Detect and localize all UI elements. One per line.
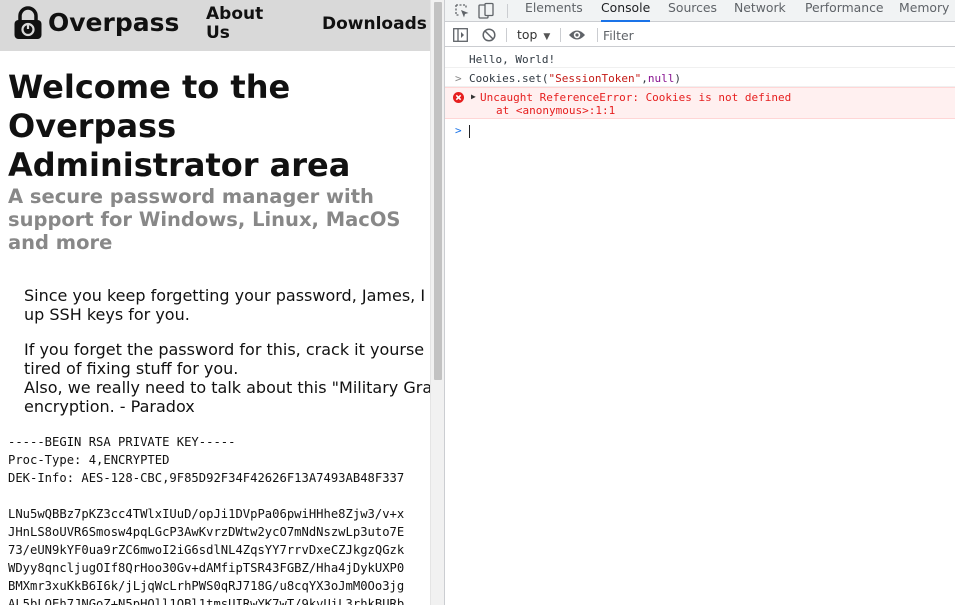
tab-memory[interactable]: Memory bbox=[899, 0, 949, 22]
page-subtitle: A secure password manager with support f… bbox=[8, 185, 401, 254]
admin-message-ssh: Since you keep forgetting your password,… bbox=[24, 286, 426, 324]
devtools-panel: Elements Console Sources Network Perform… bbox=[444, 0, 955, 605]
tab-elements[interactable]: Elements bbox=[525, 0, 583, 22]
prompt-chevron-icon: > bbox=[455, 124, 462, 137]
navbar: Overpass About Us Downloads bbox=[0, 0, 430, 51]
nav-link-about[interactable]: About Us bbox=[206, 5, 276, 43]
console-log-message: Hello, World! bbox=[469, 53, 556, 66]
console-toolbar: top ▼ bbox=[445, 23, 955, 47]
tab-network[interactable]: Network bbox=[734, 0, 786, 22]
toolbar-separator bbox=[506, 28, 507, 42]
chevron-right-icon: > bbox=[455, 72, 462, 85]
context-value: top bbox=[517, 27, 538, 42]
tab-performance[interactable]: Performance bbox=[805, 0, 884, 22]
clear-console-icon[interactable] bbox=[482, 28, 496, 42]
admin-message-password: If you forget the password for this, cra… bbox=[24, 340, 430, 416]
console-input-command: Cookies.set("SessionToken",null) bbox=[469, 72, 681, 85]
tab-sources[interactable]: Sources bbox=[668, 0, 717, 22]
console-sidebar-icon[interactable] bbox=[453, 28, 468, 42]
tab-console[interactable]: Console bbox=[601, 0, 651, 22]
tabbar-separator bbox=[507, 4, 508, 18]
site-name: Overpass bbox=[48, 8, 180, 37]
text-caret bbox=[469, 125, 470, 138]
eye-icon[interactable] bbox=[568, 29, 586, 41]
error-icon bbox=[453, 92, 464, 103]
toolbar-separator bbox=[597, 28, 598, 42]
console-output: Hello, World! > Cookies.set("SessionToke… bbox=[445, 48, 955, 605]
device-toolbar-icon[interactable] bbox=[477, 2, 495, 20]
console-prompt[interactable]: > bbox=[445, 122, 955, 140]
webpage: Overpass About Us Downloads Welcome to t… bbox=[0, 0, 430, 605]
console-log-row: Hello, World! bbox=[445, 48, 955, 68]
rsa-private-key: -----BEGIN RSA PRIVATE KEY----- Proc-Typ… bbox=[8, 435, 405, 605]
javascript-context-select[interactable]: top ▼ bbox=[517, 26, 550, 44]
page-title: Welcome to the Overpass Administrator ar… bbox=[8, 68, 351, 184]
inspect-element-icon[interactable] bbox=[453, 2, 471, 20]
padlock-logo-icon bbox=[14, 6, 42, 39]
error-location[interactable]: at <anonymous>:1:1 bbox=[496, 104, 615, 117]
devtools-tabbar: Elements Console Sources Network Perform… bbox=[445, 0, 955, 22]
error-message: Uncaught ReferenceError: Cookies is not … bbox=[480, 91, 792, 104]
expand-triangle-icon[interactable]: ▶ bbox=[471, 92, 476, 101]
page-scrollbar-thumb[interactable] bbox=[434, 2, 442, 380]
console-input-row: > Cookies.set("SessionToken",null) bbox=[445, 69, 955, 87]
nav-link-downloads[interactable]: Downloads bbox=[322, 14, 427, 34]
chevron-down-icon: ▼ bbox=[543, 32, 551, 42]
console-error-row[interactable]: ▶ Uncaught ReferenceError: Cookies is no… bbox=[445, 87, 955, 119]
page-scrollbar[interactable] bbox=[430, 0, 444, 605]
toolbar-separator bbox=[560, 28, 561, 42]
console-filter-input[interactable] bbox=[603, 26, 953, 44]
